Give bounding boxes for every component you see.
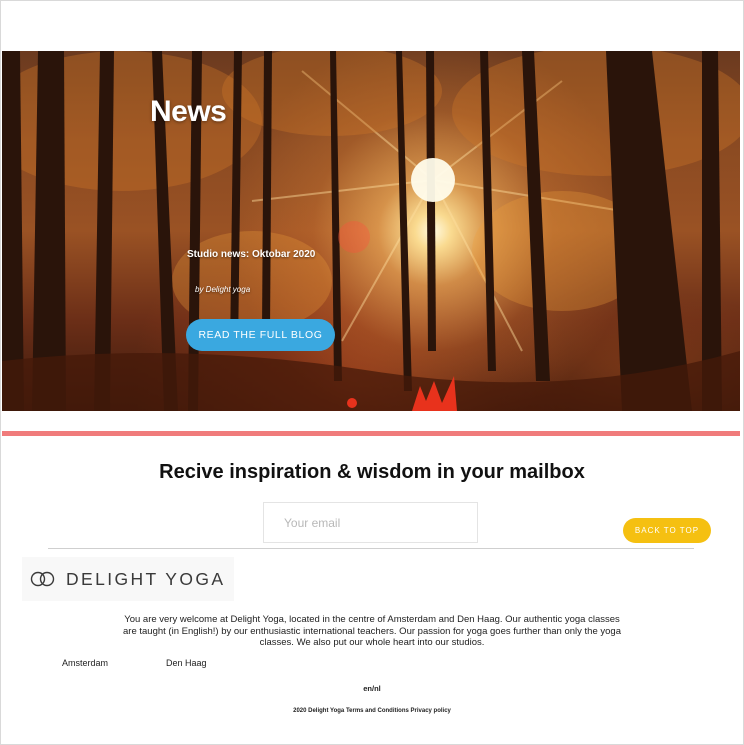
back-to-top-button[interactable]: BACK TO TOP <box>623 518 711 543</box>
logo-text: DELIGHT YOGA <box>66 568 226 589</box>
email-field[interactable] <box>263 502 478 543</box>
blog-post-title[interactable]: Studio news: Oktobar 2020 <box>187 249 315 260</box>
location-link-amsterdam[interactable]: Amsterdam <box>62 658 108 668</box>
footer-legal: 2020 Delight Yoga Terms and Conditions P… <box>0 708 744 714</box>
read-full-blog-button[interactable]: READ THE FULL BLOG <box>186 319 335 351</box>
interlocking-rings-icon <box>30 571 55 587</box>
language-switch[interactable]: en/nl <box>0 684 744 693</box>
terms-link[interactable]: Terms and Conditions <box>346 708 409 714</box>
copyright-text: 2020 Delight Yoga <box>293 708 345 714</box>
footer-divider <box>48 548 694 549</box>
blog-post-author: by Delight yoga <box>195 285 251 294</box>
location-link-den-haag[interactable]: Den Haag <box>166 658 207 668</box>
section-divider <box>2 431 740 436</box>
page-title: News <box>150 95 227 128</box>
hero-banner: News Studio news: Oktobar 2020 by Deligh… <box>2 51 740 411</box>
delight-yoga-logo[interactable]: DELIGHT YOGA <box>22 557 234 601</box>
privacy-link[interactable]: Privacy policy <box>411 708 451 714</box>
forest-background-image <box>2 51 740 411</box>
newsletter-title: Recive inspiration & wisdom in your mail… <box>159 461 585 483</box>
about-text: You are very welcome at Delight Yoga, lo… <box>123 614 621 648</box>
